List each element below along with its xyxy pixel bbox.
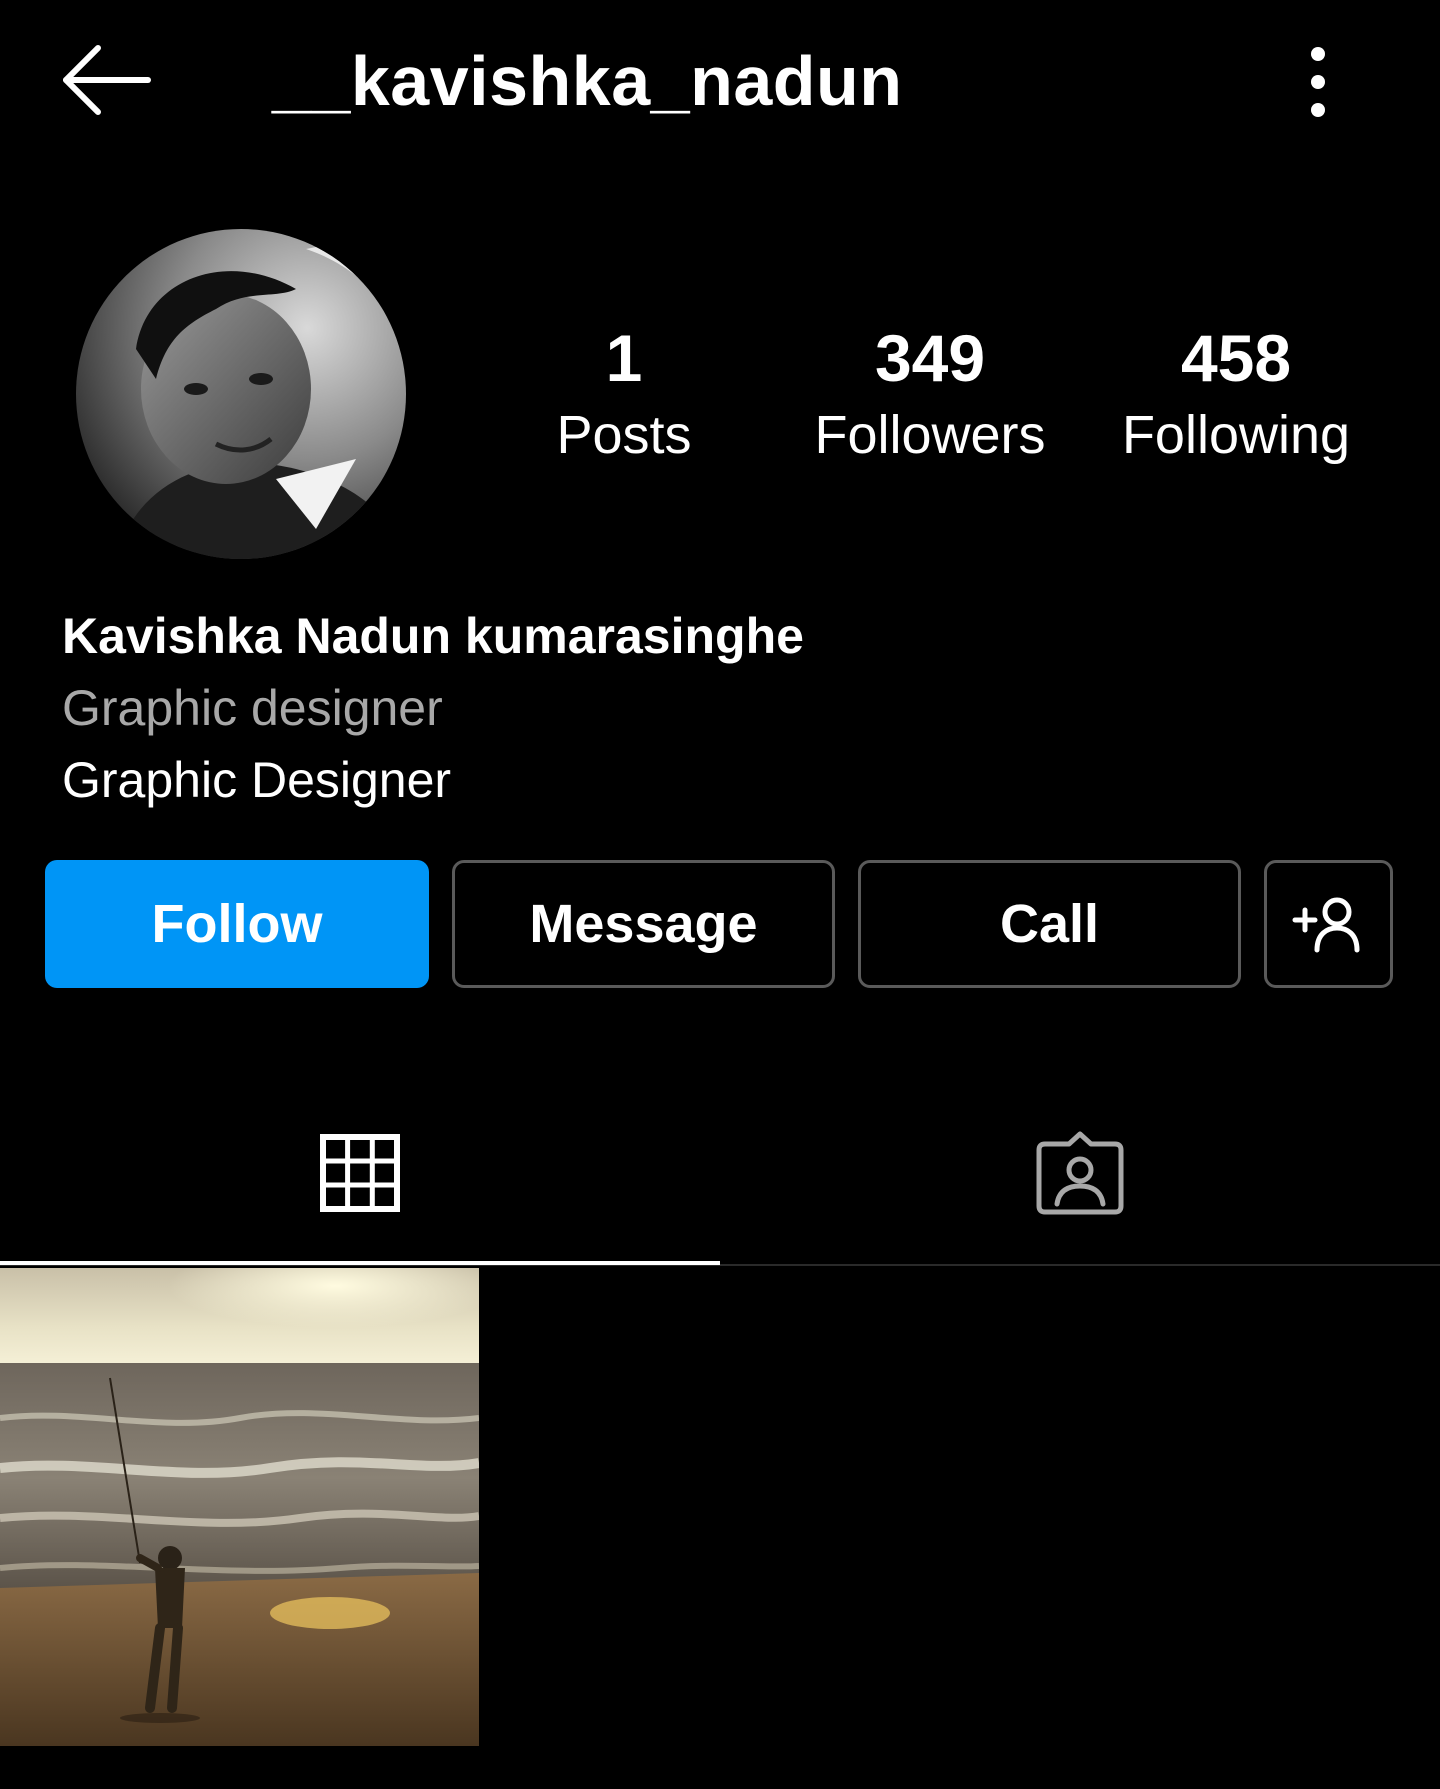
posts-count: 1 <box>605 321 643 395</box>
more-options-button[interactable] <box>1290 40 1346 130</box>
followers-stat[interactable]: 349 Followers <box>800 318 1060 472</box>
tab-tagged[interactable] <box>720 1080 1440 1265</box>
followers-count: 349 <box>874 321 986 395</box>
posts-label: Posts <box>556 405 692 465</box>
profile-avatar[interactable] <box>76 229 406 559</box>
suggested-users-button[interactable] <box>1264 860 1393 988</box>
profile-bio: Graphic Designer <box>62 752 452 808</box>
posts-stat: 1 Posts <box>494 318 754 472</box>
grid-icon <box>320 1133 400 1212</box>
follow-button[interactable]: Follow <box>45 860 429 988</box>
tagged-icon <box>1036 1131 1124 1214</box>
add-user-icon <box>1292 897 1359 953</box>
profile-full-name: Kavishka Nadun kumarasinghe <box>62 608 804 664</box>
call-button[interactable]: Call <box>858 860 1241 988</box>
profile-username-title: __kavishka_nadun <box>272 42 903 120</box>
arrow-left-icon <box>63 45 151 115</box>
profile-category: Graphic designer <box>62 680 443 736</box>
post-image <box>0 1268 479 1746</box>
more-vertical-icon <box>1311 47 1325 117</box>
message-button[interactable]: Message <box>452 860 835 988</box>
following-stat[interactable]: 458 Following <box>1106 318 1366 472</box>
post-thumbnail[interactable] <box>0 1268 479 1746</box>
back-button[interactable] <box>56 40 156 120</box>
followers-label: Followers <box>814 405 1046 465</box>
following-count: 458 <box>1180 321 1292 395</box>
active-tab-indicator <box>0 1261 720 1265</box>
following-label: Following <box>1121 405 1351 465</box>
tab-posts-grid[interactable] <box>0 1080 720 1265</box>
